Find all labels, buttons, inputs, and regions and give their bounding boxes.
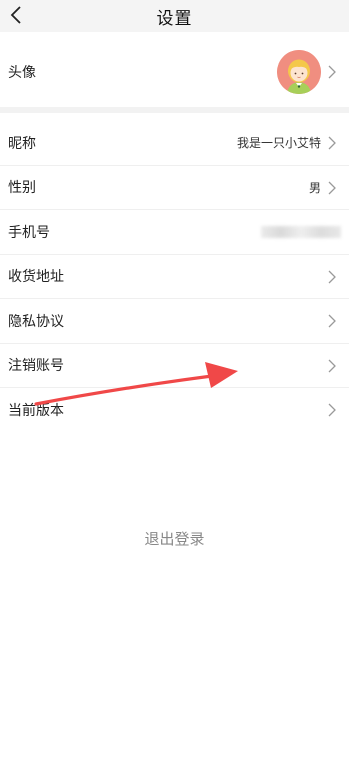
nav-bar: 设置 [0, 0, 349, 32]
avatar-row[interactable]: 头像 [0, 37, 349, 107]
settings-page: 设置 头像 昵称 我是一只小艾特 性别 男 手机号 收货地址 隐私协议 注销账号… [0, 0, 349, 763]
page-title: 设置 [156, 8, 193, 29]
row-phone[interactable]: 手机号 [0, 210, 349, 255]
chevron-right-icon [327, 181, 337, 195]
delete-account-label: 注销账号 [8, 358, 64, 375]
chevron-right-icon [327, 314, 337, 328]
logout-button[interactable]: 退出登录 [0, 528, 349, 552]
phone-label: 手机号 [8, 224, 50, 241]
chevron-left-icon [10, 6, 21, 24]
chevron-right-icon [327, 136, 337, 150]
back-button[interactable] [4, 3, 28, 27]
avatar-icon [277, 50, 321, 94]
chevron-right-icon [327, 270, 337, 284]
privacy-label: 隐私协议 [8, 313, 64, 330]
gender-value: 男 [308, 180, 321, 195]
row-address[interactable]: 收货地址 [0, 254, 349, 299]
chevron-right-icon [327, 359, 337, 373]
avatar-label: 头像 [8, 65, 36, 81]
address-label: 收货地址 [8, 269, 64, 286]
row-privacy[interactable]: 隐私协议 [0, 299, 349, 344]
row-gender[interactable]: 性别 男 [0, 165, 349, 210]
row-delete-account[interactable]: 注销账号 [0, 343, 349, 388]
nickname-label: 昵称 [8, 135, 36, 152]
row-version[interactable]: 当前版本 [0, 388, 349, 433]
gender-label: 性别 [8, 180, 36, 197]
chevron-right-icon [327, 65, 337, 79]
chevron-right-icon [327, 403, 337, 417]
avatar[interactable] [277, 50, 321, 94]
row-nickname[interactable]: 昵称 我是一只小艾特 [0, 121, 349, 166]
phone-value-redacted [261, 226, 341, 238]
version-label: 当前版本 [8, 403, 64, 420]
section-divider [0, 107, 349, 113]
nickname-value: 我是一只小艾特 [236, 136, 321, 151]
settings-list: 昵称 我是一只小艾特 性别 男 手机号 收货地址 隐私协议 注销账号 当前版本 [0, 121, 349, 433]
